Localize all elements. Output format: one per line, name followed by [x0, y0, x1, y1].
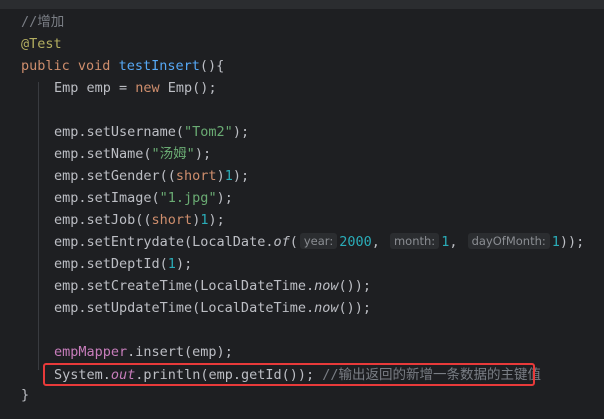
code-line-set-name: emp.setName("汤姆"); — [54, 143, 211, 165]
code-line-set-gender: emp.setGender((short)1); — [54, 165, 249, 187]
comma: , — [449, 234, 466, 250]
call-close: ()); — [338, 278, 371, 294]
code-line-set-username: emp.setUsername("Tom2"); — [54, 121, 249, 143]
string-literal: "Tom2" — [184, 124, 233, 140]
call-text: emp.setCreateTime(LocalDateTime. — [54, 278, 315, 294]
call-text: .insert(emp); — [127, 344, 233, 360]
call-text: emp.setEntrydate(LocalDate. — [54, 234, 274, 250]
code-line-4: Emp emp = new Emp(); — [54, 77, 217, 99]
paren-open: ( — [289, 234, 298, 250]
code-line-set-entrydate: emp.setEntrydate(LocalDate.of(year: 2000,… — [54, 231, 584, 253]
code-editor[interactable]: //增加 @Test public void testInsert(){ Emp… — [0, 0, 604, 419]
code-line-closing: } — [21, 384, 29, 406]
number-literal: 2000 — [339, 234, 372, 250]
call-text: emp.setImage( — [54, 190, 160, 206]
number-literal: 1 — [551, 234, 560, 250]
call-text: emp.setDeptId( — [54, 256, 168, 272]
code-line-1: //增加 — [21, 11, 64, 33]
call-close: ); — [194, 146, 212, 162]
code-line-set-job: emp.setJob((short)1); — [54, 209, 225, 231]
declaration-start: Emp emp = — [54, 80, 136, 96]
call-close: ); — [175, 256, 193, 272]
call-text: emp.setUsername( — [54, 124, 185, 140]
code-line-set-image: emp.setImage("1.jpg"); — [54, 187, 233, 209]
call-text: emp.setJob(( — [54, 212, 152, 228]
call-close: ); — [208, 212, 225, 228]
call-close: ); — [232, 168, 250, 184]
call-text: emp.setGender(( — [54, 168, 176, 184]
annotation: @Test — [21, 36, 62, 52]
keyword-short: short — [151, 212, 193, 228]
keyword-void: void — [77, 58, 111, 74]
number-literal: 1 — [224, 168, 233, 184]
comma: , — [371, 234, 388, 250]
static-method-now: now — [314, 300, 339, 316]
parameter-hint-day: dayOfMonth: — [467, 233, 550, 249]
code-line-set-deptid: emp.setDeptId(1); — [54, 253, 192, 275]
call-close: ()); — [338, 300, 371, 316]
keyword-new: new — [135, 80, 160, 96]
call-text: emp.setName( — [54, 146, 152, 162]
parameter-hint-month: month: — [389, 233, 440, 249]
mapper-field: empMapper — [54, 344, 128, 360]
parameter-hint-year: year: — [299, 233, 338, 249]
comment: //增加 — [21, 14, 65, 30]
red-highlight-box — [43, 363, 535, 386]
call-text: emp.setUpdateTime(LocalDateTime. — [54, 300, 315, 316]
signature-tail: (){ — [199, 58, 225, 74]
string-literal: "1.jpg" — [159, 190, 217, 206]
code-line-set-createtime: emp.setCreateTime(LocalDateTime.now()); — [54, 275, 371, 297]
call-close: ); — [216, 190, 233, 206]
code-line-2: @Test — [21, 33, 62, 55]
code-line-mapper-insert: empMapper.insert(emp); — [54, 341, 233, 363]
method-name: testInsert — [118, 58, 200, 74]
cast-close: ) — [216, 168, 225, 184]
keyword-public: public — [21, 58, 70, 74]
declaration-end: Emp(); — [159, 80, 217, 96]
code-line-3: public void testInsert(){ — [21, 55, 224, 77]
string-literal: "汤姆" — [151, 146, 195, 162]
keyword-short: short — [175, 168, 217, 184]
number-literal: 1 — [167, 256, 176, 272]
call-close: ); — [232, 124, 250, 140]
call-close: )); — [559, 234, 585, 250]
static-method-of: of — [273, 234, 290, 250]
editor-top-bar — [0, 0, 604, 9]
code-line-set-updatetime: emp.setUpdateTime(LocalDateTime.now()); — [54, 297, 371, 319]
closing-brace: } — [21, 387, 30, 403]
static-method-now: now — [314, 278, 339, 294]
indent-guide — [38, 82, 39, 370]
